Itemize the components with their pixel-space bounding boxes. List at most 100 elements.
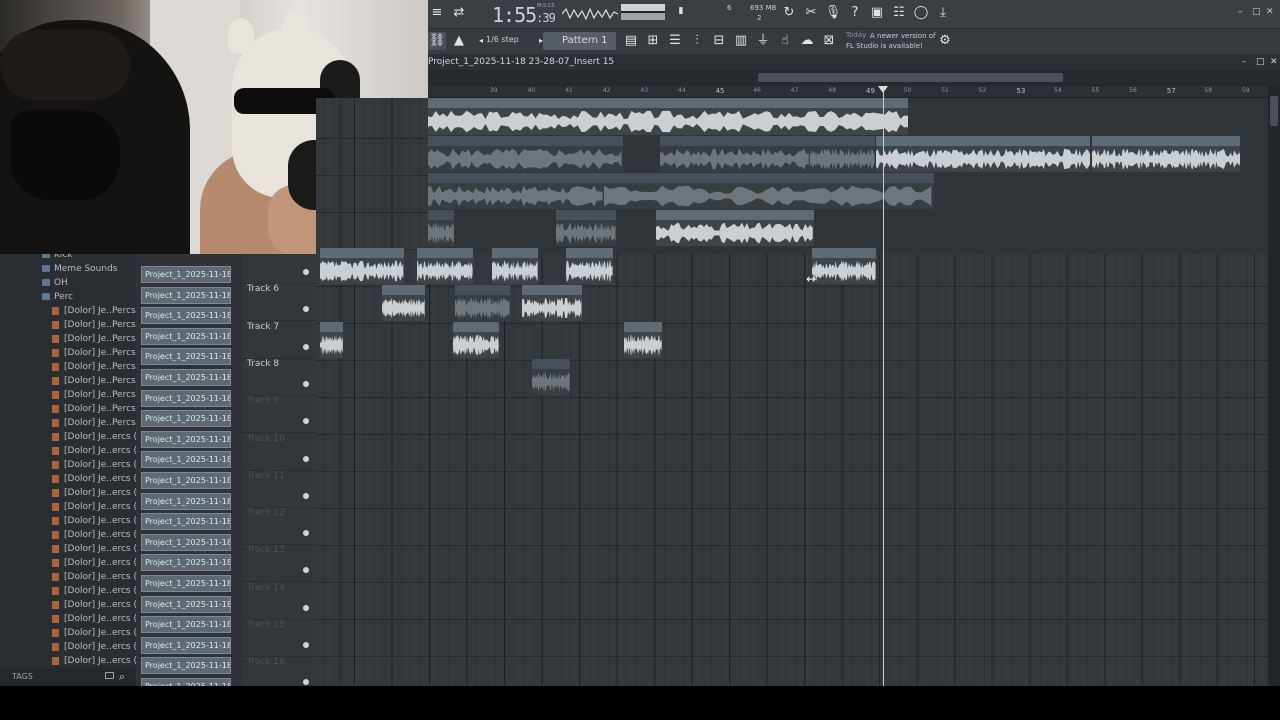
track-header[interactable]: Track 11 <box>242 471 316 508</box>
audio-clip[interactable]: Proje...rt 15 <box>492 248 538 284</box>
snap-icon[interactable]: ⛓ <box>428 32 446 50</box>
track-mute-dot[interactable] <box>303 455 309 462</box>
browser-file[interactable]: [Dolor] Je..Percs (8) <box>0 402 136 416</box>
browser-file[interactable]: [Dolor] Je..ercs (26) <box>0 654 136 668</box>
audio-clip[interactable]: Project_1_2025-11-18 22-27-34_Insert 15 <box>660 136 810 172</box>
browser-file[interactable]: [Dolor] Je..ercs (14) <box>0 486 136 500</box>
browser-file[interactable]: [Dolor] Je..Percs (2) <box>0 318 136 332</box>
track-mute-dot[interactable] <box>303 492 309 499</box>
help-icon[interactable]: ? <box>846 4 864 22</box>
track-mute-dot[interactable] <box>303 418 309 425</box>
browser-file[interactable]: [Dolor] Je..Percs (1) <box>0 304 136 318</box>
news-gear-icon[interactable]: ⚙ <box>936 32 954 50</box>
track-header[interactable]: Track 5 <box>242 254 316 284</box>
audio-clip[interactable]: Proj...t 15 <box>624 322 662 358</box>
channel-button[interactable]: Project_1_2025-11-18 2... <box>141 472 231 489</box>
channel-button[interactable]: Project_1_2025-11-18 2... <box>141 657 231 675</box>
browser-file[interactable]: [Dolor] Je..Percs (3) <box>0 332 136 346</box>
playlist-vertical-scrollbar[interactable] <box>1268 86 1280 686</box>
channel-button[interactable]: Project_1_2025-11-18 2... <box>141 286 231 304</box>
track-header[interactable]: Track 14 <box>242 583 316 620</box>
pitch-icon[interactable]: ▮ <box>672 2 690 20</box>
audio-clip[interactable]: 20_Insert 15 <box>428 173 604 209</box>
chat-icon[interactable]: ◯ <box>912 4 930 22</box>
channel-button[interactable]: Project_1_2025-11-18 2... <box>141 266 231 283</box>
browser-file[interactable]: [Dolor] Je..ercs (25) <box>0 640 136 654</box>
track-header[interactable]: Track 12 <box>242 508 316 546</box>
browser-folder[interactable]: Perc <box>0 290 136 304</box>
audio-clip[interactable]: 34_Insert 15 <box>428 136 623 172</box>
snap-step-select[interactable]: 1/6 step <box>486 35 519 44</box>
folder-icon[interactable] <box>105 672 114 679</box>
track-mute-dot[interactable] <box>303 343 309 350</box>
cloud-icon[interactable]: ☁ <box>798 32 816 50</box>
audio-clip[interactable]: oom Pop X R&B Type Beat "Almia" @yorchfl… <box>428 98 908 135</box>
browser-folder[interactable]: Kick <box>0 254 136 262</box>
track-header[interactable]: Track 10 <box>242 434 316 471</box>
browser-file[interactable]: [Dolor] Je..ercs (20) <box>0 570 136 584</box>
pattern-selector[interactable]: Pattern 1 <box>543 32 616 50</box>
channel-button[interactable]: Project_1_2025-11-18 2... <box>141 595 231 613</box>
menu-icon[interactable]: ≡ <box>428 4 446 22</box>
channel-button[interactable]: Project_1_2025-11-18 2... <box>141 492 231 510</box>
channel-button[interactable]: Project_1_2025-11-18 2... <box>141 616 231 634</box>
search-icon[interactable]: ⌕ <box>119 670 125 684</box>
track-mute-dot[interactable] <box>303 306 309 313</box>
track-header[interactable]: Track 16 <box>242 657 316 686</box>
playlist-icon[interactable]: ▤ <box>622 32 640 50</box>
channel-button[interactable]: Project_1_2025-11-18 2... <box>141 451 231 469</box>
track-mute-dot[interactable] <box>303 269 309 275</box>
track-mute-dot[interactable] <box>303 530 309 537</box>
browser-file[interactable]: [Dolor] Je..ercs (11) <box>0 444 136 458</box>
metronome-icon[interactable]: ▲ <box>450 32 468 50</box>
browser-icon[interactable]: ⊟ <box>710 32 728 50</box>
channel-button[interactable]: Project_1_2025-11-18 2... <box>141 513 231 531</box>
save-icon[interactable]: ▣ <box>868 4 886 22</box>
audio-clip[interactable]: Proj...15 <box>532 359 570 395</box>
browser-file[interactable]: [Dolor] Je..ercs (16) <box>0 514 136 528</box>
track-mute-dot[interactable] <box>303 679 309 686</box>
browser-file[interactable]: [Dolor] Je..ercs (24) <box>0 626 136 640</box>
audio-clip[interactable]: Project_...nsert 15 <box>812 248 876 284</box>
channel-button[interactable]: Project_1_2025-11-18 2... <box>141 369 231 386</box>
playlist-horizontal-scrollbar[interactable] <box>428 70 1280 86</box>
record-mic-icon[interactable]: 🎙 <box>824 4 842 22</box>
channel-button[interactable]: Project_1_2025-11-18 2... <box>141 636 231 654</box>
audio-clip[interactable]: Pr <box>320 322 343 358</box>
tools-icon[interactable]: ✂ <box>802 4 820 22</box>
audio-clip[interactable]: Project_1_2025-11-18 22-27-34_Insert 15 <box>876 136 1090 172</box>
track-header[interactable]: Track 15 <box>242 620 316 657</box>
audio-clip[interactable]: Project_1...nsert 15 <box>810 136 875 172</box>
browser-folder[interactable]: OH <box>0 276 136 290</box>
browser-file[interactable]: [Dolor] Je..ercs (21) <box>0 584 136 598</box>
project-icon[interactable]: ▥ <box>732 32 750 50</box>
audio-clip[interactable]: Project_1_2025-11-18 2... <box>320 248 404 284</box>
maximize-icon[interactable]: □ <box>1252 7 1261 17</box>
mixer-icon[interactable]: ☷ <box>890 4 908 22</box>
channel-button[interactable]: Project_1_2025-11-18 2... <box>141 327 231 345</box>
browser-file[interactable]: [Dolor] Je..ercs (23) <box>0 612 136 626</box>
tags-label[interactable]: TAGS <box>12 672 33 681</box>
news-panel[interactable]: A newer version of FL Studio is availabl… <box>846 31 936 51</box>
track-mute-dot[interactable] <box>303 380 309 387</box>
browser-file[interactable]: [Dolor] Je..ercs (17) <box>0 528 136 542</box>
audio-clip[interactable]: Project_1_2025-11-18 22-32-20_Insert 15 <box>604 173 934 209</box>
channel-button[interactable]: Project_1_2025-11-18 2... <box>141 410 231 428</box>
track-header[interactable]: Track 6 <box>242 284 316 322</box>
channel-button[interactable]: Project_1_2025-11-18 2... <box>141 389 231 407</box>
browser-file[interactable]: [Dolor] Je..ercs (22) <box>0 598 136 612</box>
track-mute-dot[interactable] <box>303 604 309 611</box>
channel-rack-icon[interactable]: ☰ <box>666 32 684 50</box>
refresh-icon[interactable]: ↻ <box>780 4 798 22</box>
audio-clip[interactable]: Project_1_2025-11-18 22-27-34_Insert 15 <box>1092 136 1240 172</box>
mixer-view-icon[interactable]: ⫶ <box>688 32 706 50</box>
audio-clip[interactable]: Project...ert 15 <box>455 285 510 321</box>
audio-clip[interactable]: Project_1_2025-11-18 23-26-33_Insert 15 <box>656 210 814 246</box>
download-icon[interactable]: ⤓ <box>934 4 952 22</box>
browser-file[interactable]: [Dolor] Je..Percs (9) <box>0 416 136 430</box>
track-mute-dot[interactable] <box>303 567 309 574</box>
channel-button[interactable]: Project_1_2025-11-18 2... <box>141 575 231 592</box>
channel-button[interactable]: Project_1_2025-11-18 2... <box>141 348 231 366</box>
close-icon[interactable]: ✕ <box>1266 7 1274 17</box>
browser-file[interactable]: [Dolor] Je..ercs (19) <box>0 556 136 570</box>
